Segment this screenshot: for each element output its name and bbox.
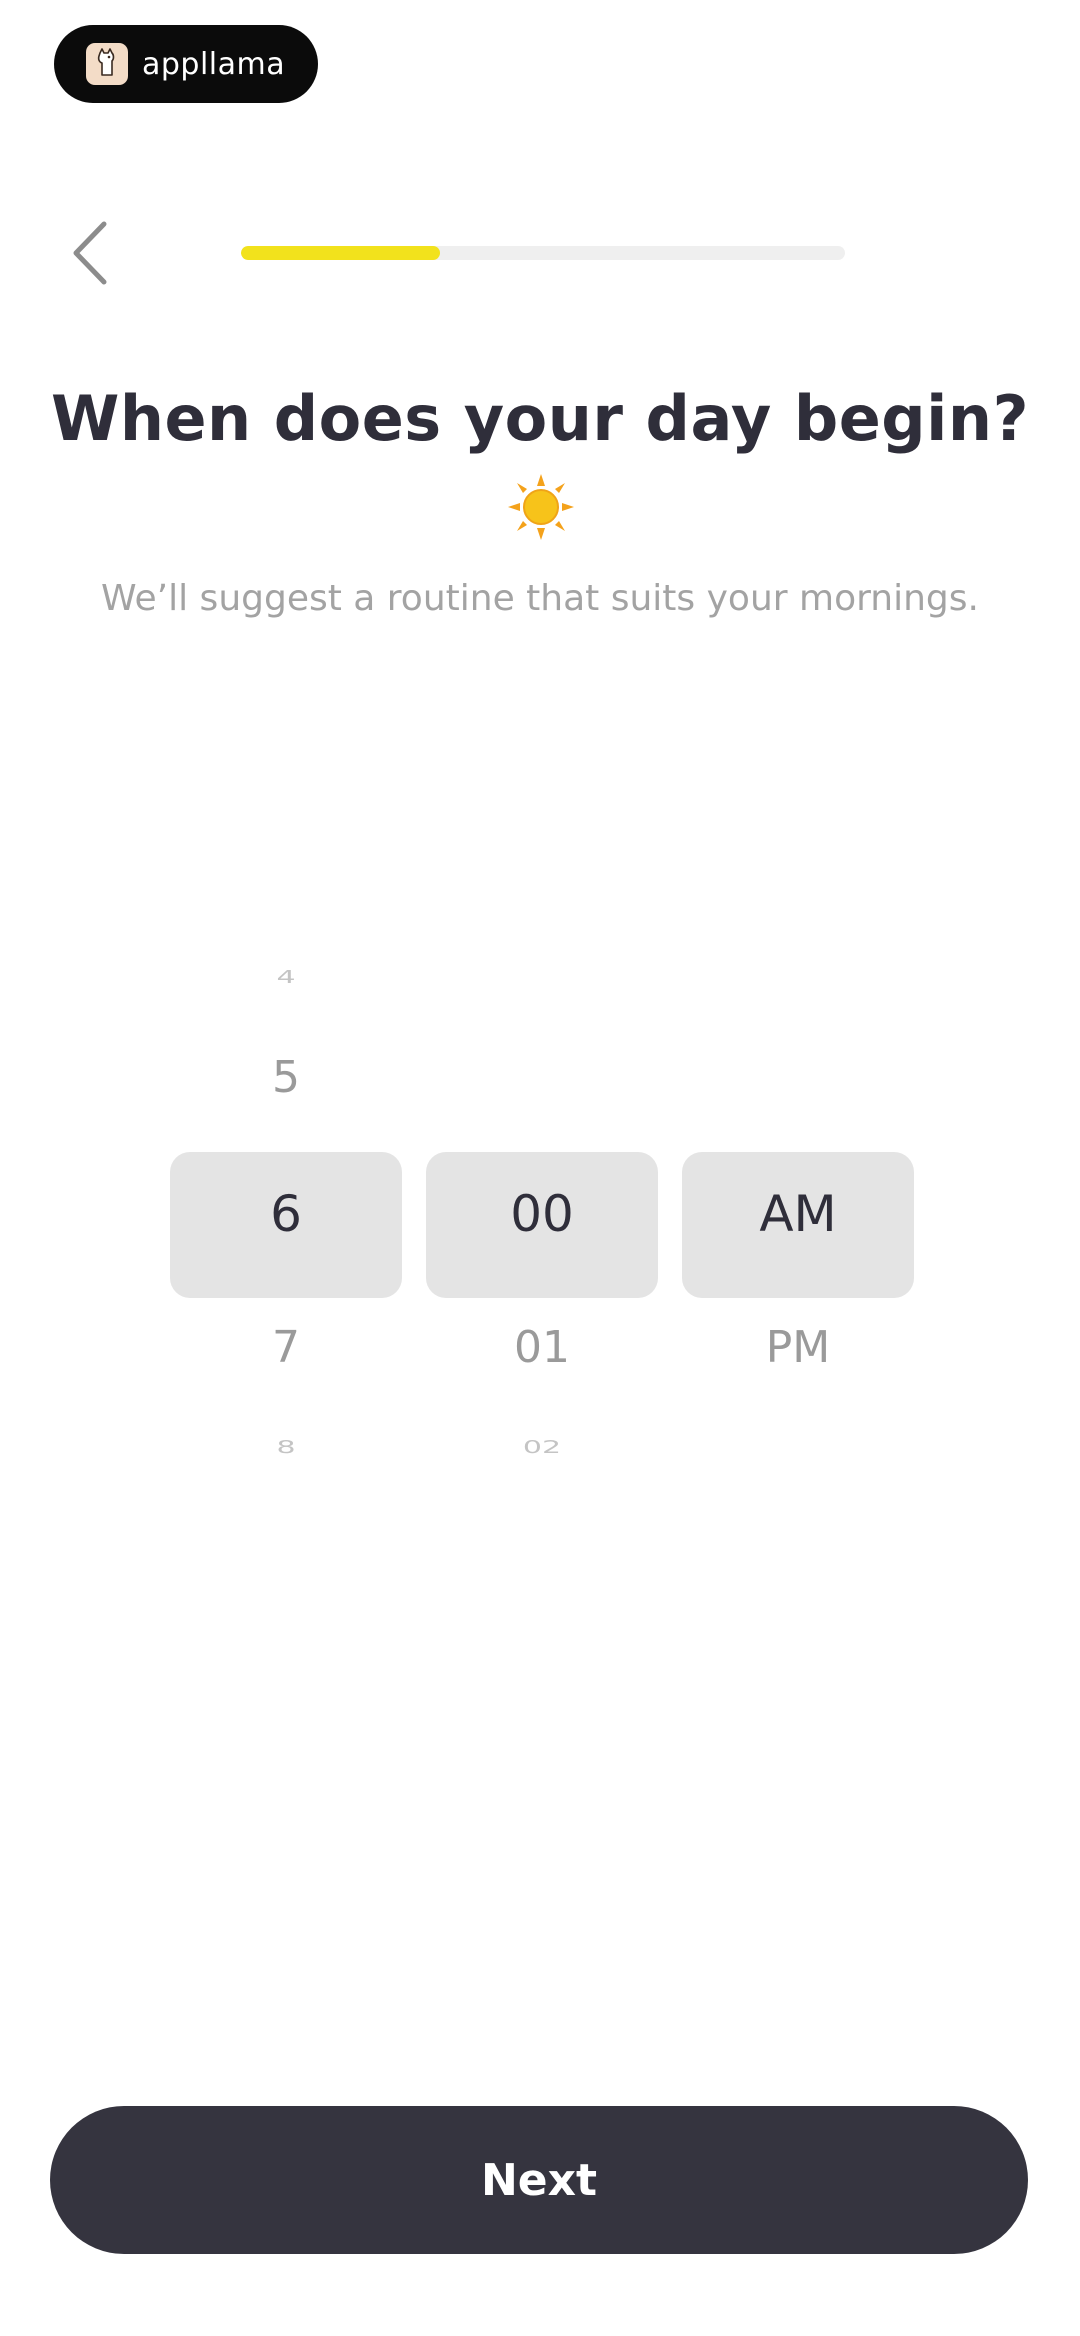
next-label: Next bbox=[480, 2154, 598, 2206]
progress-fill bbox=[241, 246, 441, 260]
minute-option[interactable]: 02 bbox=[426, 1437, 658, 1458]
minute-wheel[interactable]: 00 01 02 bbox=[426, 960, 658, 1500]
progress-bar bbox=[241, 246, 845, 260]
back-button[interactable] bbox=[62, 218, 118, 288]
hour-option[interactable]: 7 bbox=[170, 1322, 402, 1373]
onboarding-screen: appllama When does your day begin? We’ll… bbox=[0, 0, 1080, 2336]
hour-option[interactable]: 5 bbox=[170, 1052, 402, 1103]
brand-badge: appllama bbox=[54, 25, 318, 103]
hour-selected[interactable]: 6 bbox=[170, 1152, 402, 1298]
time-picker: 4 5 6 7 8 00 01 02 AM PM bbox=[170, 960, 914, 1500]
minute-selected[interactable]: 00 bbox=[426, 1152, 658, 1298]
next-button[interactable]: Next bbox=[50, 2106, 1028, 2254]
chevron-left-icon bbox=[73, 221, 107, 285]
brand-name: appllama bbox=[142, 46, 286, 82]
llama-icon bbox=[86, 43, 128, 85]
page-title: When does your day begin? bbox=[50, 382, 1030, 455]
period-wheel[interactable]: AM PM bbox=[682, 960, 914, 1500]
subtitle: We’ll suggest a routine that suits your … bbox=[101, 578, 979, 619]
hour-option[interactable]: 4 bbox=[170, 967, 402, 988]
sun-icon bbox=[508, 474, 574, 540]
period-option[interactable]: PM bbox=[682, 1322, 914, 1373]
hour-option[interactable]: 8 bbox=[170, 1437, 402, 1458]
period-selected[interactable]: AM bbox=[682, 1152, 914, 1298]
hour-wheel[interactable]: 4 5 6 7 8 bbox=[170, 960, 402, 1500]
minute-option[interactable]: 01 bbox=[426, 1322, 658, 1373]
